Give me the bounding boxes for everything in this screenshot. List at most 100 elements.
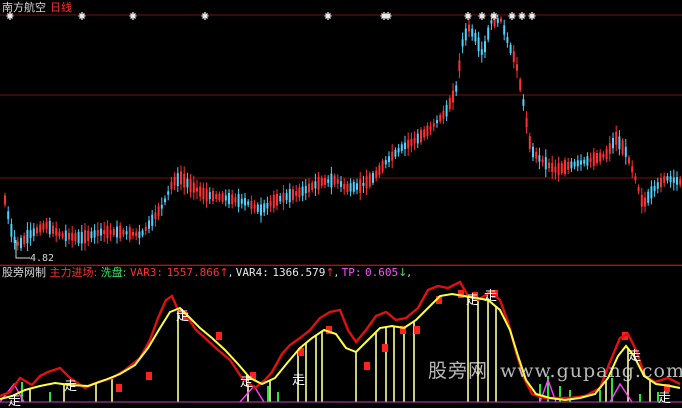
candle-body: [359, 179, 362, 193]
signal-star-icon: [508, 12, 516, 20]
candle-body: [340, 181, 342, 187]
candle-body: [122, 229, 125, 235]
candle-body: [167, 191, 170, 195]
candle-body: [372, 173, 374, 183]
candle-body: [282, 192, 285, 203]
candle-body: [90, 231, 93, 239]
candle-body: [279, 195, 282, 202]
sell-label: 走: [466, 293, 479, 308]
candle-body: [564, 160, 566, 174]
candle-body: [474, 32, 477, 42]
candle-body: [672, 177, 675, 183]
candle-body: [439, 114, 442, 122]
candle-body: [36, 227, 38, 234]
candle-body: [442, 110, 445, 119]
candle-body: [541, 159, 544, 163]
candle-body: [276, 193, 278, 206]
candle-body: [631, 166, 634, 173]
candle-body: [525, 117, 528, 128]
candle-body: [490, 20, 493, 24]
candle-body: [509, 44, 512, 54]
var3-up-arrow: ↑: [219, 266, 229, 279]
candle-body: [404, 142, 406, 150]
candle-body: [480, 49, 483, 55]
candle-body: [135, 232, 138, 237]
candle-body: [196, 187, 198, 192]
candle-body: [205, 188, 208, 202]
watermark-site: 股旁网: [428, 360, 489, 382]
candle-body: [29, 230, 32, 239]
candle-body: [250, 200, 253, 209]
candle-body: [567, 162, 570, 170]
watermark-url: www.gupang.com: [500, 360, 682, 382]
candle-body: [320, 177, 323, 186]
candle-body: [330, 173, 333, 188]
candle-body: [26, 229, 29, 244]
candle-body: [173, 176, 176, 186]
candle-body: [362, 182, 365, 186]
candle-body: [535, 151, 538, 159]
stock-name: 南方航空: [2, 1, 46, 14]
candle-body: [64, 230, 67, 241]
chart-stage[interactable]: 走走走走 走走 走走走: [0, 0, 682, 408]
candle-body: [141, 230, 144, 236]
candle-body: [132, 232, 134, 236]
candle-body: [538, 155, 541, 162]
candle-body: [55, 228, 58, 236]
candle-body: [253, 204, 256, 209]
sell-label: 走: [8, 394, 21, 408]
candle-body: [516, 64, 518, 71]
candle-body: [557, 163, 560, 176]
candle-body: [378, 165, 381, 175]
candle-body: [413, 137, 416, 144]
sell-labels: 走走走走 走走 走走走: [8, 289, 671, 408]
candle-body: [576, 160, 579, 167]
line1-label: 主力进场:: [49, 266, 98, 279]
candle-body: [666, 176, 669, 181]
candle-body: [151, 214, 154, 226]
candle-body: [100, 228, 102, 236]
candle-body: [592, 152, 595, 166]
candle-body: [7, 211, 10, 220]
candle-body: [634, 176, 637, 181]
candle-body: [368, 173, 371, 187]
candle-body: [637, 187, 640, 192]
candle-body: [269, 200, 272, 207]
candle-body: [106, 225, 109, 239]
candle-body: [384, 160, 387, 165]
candle-body: [68, 232, 70, 240]
candle-body: [551, 162, 554, 173]
candle-body: [52, 225, 54, 234]
candle-body: [512, 51, 515, 63]
signal-star-icon: [201, 12, 209, 20]
candle-body: [522, 99, 525, 106]
period-label[interactable]: 日线: [50, 1, 72, 14]
candle-body: [365, 176, 368, 189]
signal-star-icon: [129, 12, 137, 20]
candle-body: [87, 230, 90, 241]
indicator-name[interactable]: 股旁网制: [2, 266, 46, 279]
candle-body: [160, 204, 163, 209]
candle-body: [199, 186, 202, 197]
candle-body: [80, 232, 83, 244]
candle-body: [48, 220, 51, 235]
signal-star-icon: [478, 12, 486, 20]
candle-body: [391, 151, 394, 161]
candle-body: [653, 185, 656, 192]
candle-body: [292, 189, 294, 200]
candle-body: [608, 143, 611, 154]
candle-body: [42, 223, 45, 230]
candle-body: [544, 157, 547, 170]
candle-body: [570, 161, 573, 169]
candle-body: [426, 125, 429, 137]
signal-star-icon: [464, 12, 472, 20]
candle-body: [125, 231, 128, 235]
candle-body: [45, 221, 48, 229]
candle-body: [260, 204, 262, 216]
candle-body: [589, 158, 592, 163]
candle-body: [432, 123, 435, 127]
sell-label: 走: [484, 289, 497, 304]
candle-body: [224, 195, 227, 201]
candle-body: [333, 175, 336, 185]
candle-body: [640, 194, 643, 207]
